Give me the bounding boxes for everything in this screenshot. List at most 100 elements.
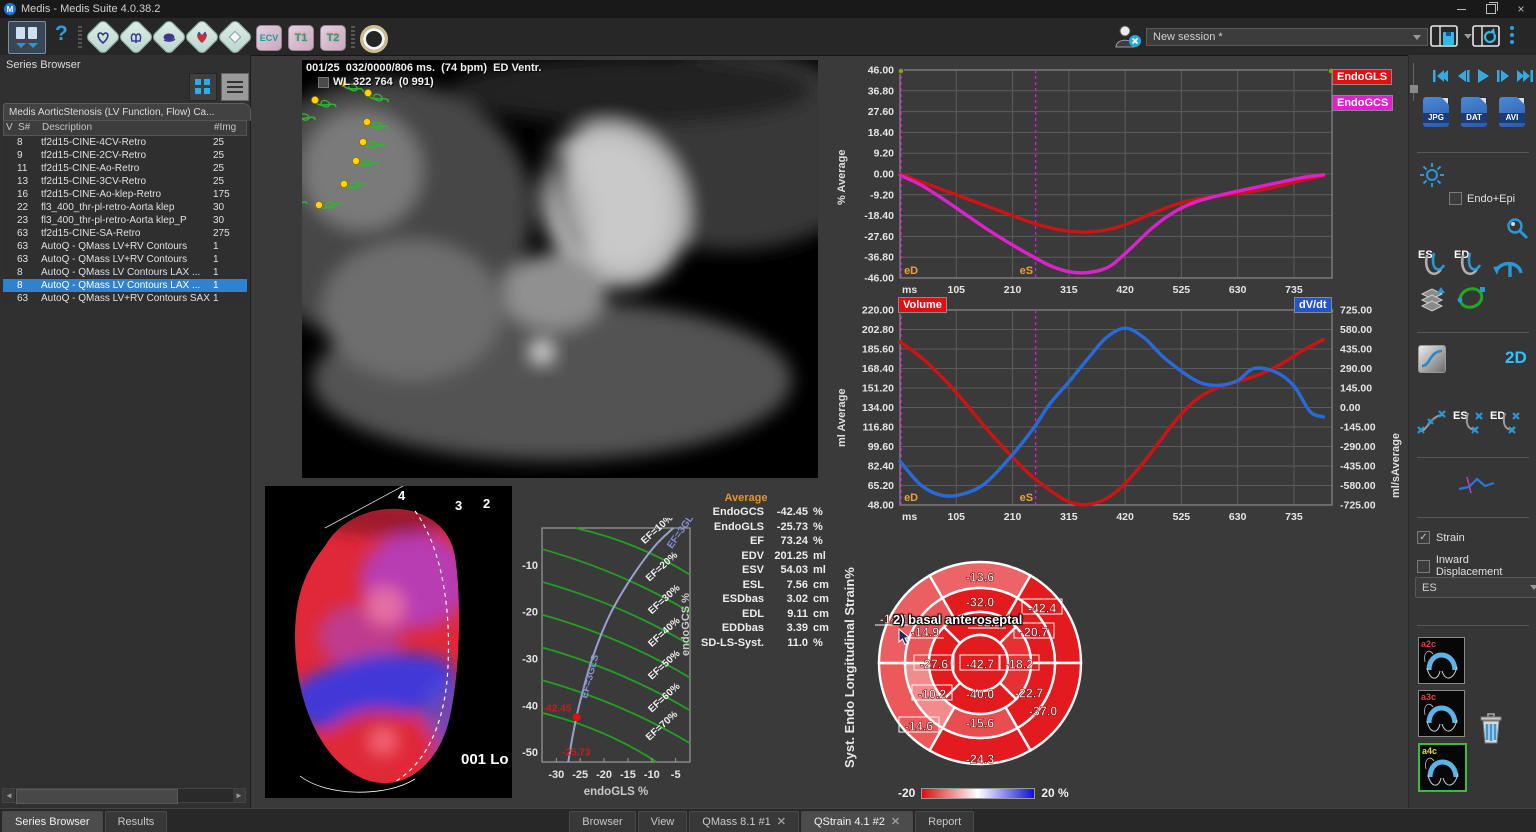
brightness-icon[interactable] xyxy=(1419,162,1445,193)
svg-text:-40: -40 xyxy=(522,700,538,712)
legend-volume[interactable]: Volume xyxy=(898,297,947,313)
qstrain-app-icon[interactable] xyxy=(151,19,188,56)
delete-view-button[interactable] xyxy=(1475,710,1507,753)
t2-app-icon[interactable]: T2 xyxy=(320,25,346,51)
edit-points-button[interactable] xyxy=(1415,407,1451,444)
app-tab-report[interactable]: Report xyxy=(915,811,974,832)
scroll-left-arrow[interactable]: ◄ xyxy=(3,789,15,802)
frame-slider-thumb[interactable] xyxy=(1410,85,1418,93)
close-tab-icon[interactable]: ✕ xyxy=(777,816,786,828)
qheart-app-icon[interactable] xyxy=(184,19,221,56)
series-row[interactable]: 63AutoQ - QMass LV+RV Contours1 xyxy=(3,253,247,266)
step-forward-button[interactable] xyxy=(1494,67,1514,87)
restore-button[interactable] xyxy=(1476,0,1506,18)
view-thumbnail-a3c[interactable]: a3c xyxy=(1418,690,1465,737)
scroll-thumb[interactable] xyxy=(16,789,178,804)
series-row[interactable]: 8tf2d15-CINE-4CV-Retro25 xyxy=(3,136,247,149)
strain-toggle[interactable]: ✓ Strain xyxy=(1417,531,1465,544)
svg-text:eD: eD xyxy=(904,265,918,277)
segment-value: -42.4 xyxy=(1028,602,1057,616)
curve-mode-button[interactable] xyxy=(1418,345,1446,373)
qtavi-ring-icon[interactable] xyxy=(360,25,388,53)
export-dat-button[interactable]: DAT xyxy=(1461,97,1487,127)
help-button[interactable]: ? xyxy=(55,22,68,46)
reset-layout-button[interactable] xyxy=(1472,24,1502,55)
series-row[interactable]: 16tf2d15-CINE-Ao-klep-Retro175 xyxy=(3,188,247,201)
strain-checkbox[interactable]: ✓ xyxy=(1417,531,1430,544)
t1-app-icon[interactable]: T1 xyxy=(288,25,314,51)
qmap-app-icon[interactable] xyxy=(217,19,254,56)
contour-ellipse-button[interactable] xyxy=(1453,281,1489,320)
more-menu-button[interactable] xyxy=(1510,26,1514,44)
series-row[interactable]: 13tf2d15-CINE-3CV-Retro25 xyxy=(3,175,247,188)
segment-value: -15.6 xyxy=(966,717,995,731)
series-row[interactable]: 9tf2d15-CINE-2CV-Retro25 xyxy=(3,149,247,162)
average-results-panel: Average EndoGCS-42.45%EndoGLS-25.73%EF73… xyxy=(688,492,840,650)
svg-text:725.00: 725.00 xyxy=(1340,305,1372,317)
export-avi-button[interactable]: AVI xyxy=(1499,97,1525,127)
series-row[interactable]: 11tf2d15-CINE-Ao-Retro25 xyxy=(3,162,247,175)
segment-value: -42.7 xyxy=(966,658,995,672)
minimize-button[interactable] xyxy=(1446,0,1476,18)
export-jpg-button[interactable]: JPG xyxy=(1423,97,1449,127)
close-button[interactable]: × xyxy=(1506,0,1536,18)
frame-slider-track[interactable] xyxy=(1413,63,1414,101)
series-row[interactable]: 22fl3_400_thr-pl-retro-Aorta klep30 xyxy=(3,201,247,214)
2d-mode-button[interactable]: 2D xyxy=(1505,348,1527,368)
endo-epi-checkbox[interactable] xyxy=(1449,192,1462,205)
series-row[interactable]: 63AutoQ - QMass LV+RV Contours1 xyxy=(3,240,247,253)
inward-displacement-checkbox[interactable] xyxy=(1417,560,1430,573)
panel-tab-results[interactable]: Results xyxy=(105,811,168,832)
scroll-right-arrow[interactable]: ► xyxy=(233,789,245,802)
app-tab-view[interactable]: View xyxy=(638,811,688,832)
legend-endogcs[interactable]: EndoGCS xyxy=(1332,95,1393,111)
series-row[interactable]: 8AutoQ - QMass LV Contours LAX ...1 xyxy=(3,279,247,292)
inward-displacement-toggle[interactable]: Inward Displacement xyxy=(1417,554,1536,578)
series-row[interactable]: 8AutoQ - QMass LV Contours LAX ...1 xyxy=(3,266,247,279)
mouse-cursor-icon xyxy=(897,628,911,646)
average-row: EF73.24% xyxy=(688,534,840,549)
bullseye-plot[interactable]: -13.6-42.4-37.0-24.3-14.6-14.1-32.0-20.7… xyxy=(866,550,1094,778)
series-hscrollbar[interactable]: ◄ ► xyxy=(2,788,246,803)
app-tab-qstrain-4-1-2[interactable]: QStrain 4.1 #2✕ xyxy=(801,811,913,832)
legend-dvdt[interactable]: dV/dt xyxy=(1294,297,1332,313)
thumbnail-view-button[interactable] xyxy=(189,73,217,101)
series-row[interactable]: 23fl3_400_thr-pl-retro-Aorta klep_P30 xyxy=(3,214,247,227)
es-points-button[interactable]: ES xyxy=(1452,407,1488,444)
layout-button[interactable] xyxy=(8,21,46,54)
app-tab-qmass-8-1-1[interactable]: QMass 8.1 #1✕ xyxy=(689,811,799,832)
series-row[interactable]: 63AutoQ - QMass LV+RV Contours SAX1 xyxy=(3,292,247,305)
view-thumbnail-a4c[interactable]: a4c xyxy=(1418,743,1467,792)
list-view-button[interactable] xyxy=(221,73,249,101)
layers-button[interactable] xyxy=(1417,283,1451,320)
study-tab[interactable]: Medis AorticStenosis (LV Function, Flow)… xyxy=(3,103,251,121)
model-3d-view[interactable]: 432001 Lo xyxy=(265,486,512,798)
curves-view-button[interactable] xyxy=(1457,473,1497,502)
ecv-app-icon[interactable]: ECV xyxy=(256,25,282,51)
save-layout-button[interactable] xyxy=(1430,24,1460,55)
legend-endogls[interactable]: EndoGLS xyxy=(1332,69,1392,85)
qflow-app-icon[interactable] xyxy=(118,19,155,56)
endo-epi-toggle[interactable]: Endo+Epi xyxy=(1449,192,1515,205)
series-row[interactable]: 63tf2d15-CINE-SA-Retro275 xyxy=(3,227,247,240)
step-back-button[interactable] xyxy=(1452,67,1472,87)
qmass-app-icon[interactable] xyxy=(85,19,122,56)
chevron-down-icon xyxy=(1530,585,1536,590)
session-dropdown[interactable]: New session * xyxy=(1146,28,1428,46)
medis-suite-window: M Medis - Medis Suite 4.0.38.2 × ? ECV T… xyxy=(0,0,1536,832)
magnifier-icon[interactable] xyxy=(1503,215,1531,248)
chevron-down-icon[interactable] xyxy=(1464,34,1472,39)
skip-end-button[interactable] xyxy=(1515,67,1535,87)
flip-contour-button[interactable] xyxy=(1491,251,1527,286)
skip-start-button[interactable] xyxy=(1431,67,1451,87)
panel-tab-series-browser[interactable]: Series Browser xyxy=(2,811,103,832)
mri-viewport[interactable] xyxy=(302,60,818,478)
app-tab-browser[interactable]: Browser xyxy=(569,811,635,832)
view-thumbnail-a2c[interactable]: a2c xyxy=(1418,637,1465,684)
window-level-text: WL 322 764 (0 991) xyxy=(333,76,434,88)
phase-dropdown[interactable]: ES xyxy=(1415,577,1536,598)
ed-points-button[interactable]: ED xyxy=(1489,407,1525,444)
play-button[interactable] xyxy=(1473,67,1493,87)
close-tab-icon[interactable]: ✕ xyxy=(891,816,900,828)
es-contour-button[interactable]: ES xyxy=(1417,247,1453,288)
